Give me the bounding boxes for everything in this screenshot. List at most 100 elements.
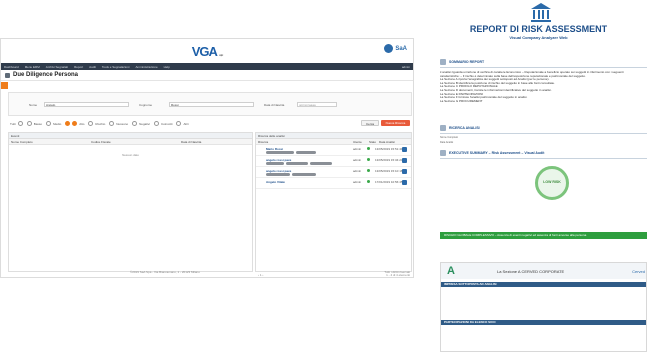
cerved-logo: Cerved [632,269,645,274]
download-icon[interactable] [402,147,407,152]
risk-filter-radios: Tutti Basso Medio Alto Rischio Nessuno N… [8,119,412,128]
menu-item[interactable]: Tools e Segnalazioni [102,65,130,69]
menu-item[interactable]: Dashboard [4,65,19,69]
gauge-label: LOW RISK [543,180,561,184]
page-title: Due Diligence Persona [13,72,79,78]
nome-label: Nome [29,103,38,107]
menu-item[interactable]: Audit [89,65,96,69]
page-title-row: Due Diligence Persona [1,70,413,81]
events-pane: Eventi Nome Completo Codice Fiscale Data… [8,132,253,272]
user-menu[interactable]: admin [402,65,410,69]
summary-text: L'analisi riguarda un'azione di verifica… [440,70,624,103]
download-icon[interactable] [402,180,407,185]
app-header: VGA analyzer SaA [1,39,413,63]
person-icon [5,72,10,78]
data-nascita-input[interactable]: gg/mm/aaaa [297,102,337,107]
column-header[interactable]: Stato [367,139,377,144]
radio-option[interactable]: Basso [26,121,42,126]
radio-option[interactable]: Medio [46,121,61,126]
executive-heading: EXECUTIVE SUMMARY – Risk Assessment – Vi… [440,149,544,157]
search-button[interactable]: Cerca [361,120,379,126]
menu-item[interactable]: Amministrazione [135,65,157,69]
footer-right: Tutti i diritti riservati [384,270,410,274]
download-icon[interactable] [402,169,407,174]
global-risk-banner: RISCHIO GLOBALE COMPLESSIVO – Assenza di… [440,232,647,239]
main-menu: Dashboard Menu ERM Archivi Segnalati Rep… [1,63,413,70]
events-table-header: Nome Completo Codice Fiscale Data di Nas… [9,139,252,145]
analysis-date: 17/01/2019 10:56:45 [375,180,403,184]
divider [440,133,647,134]
section-band: PARTECIPAZIONI DA ELENCO SOCI [441,320,646,325]
status-dot [367,180,370,183]
analyses-pane: Ricerca delle analisi Ricerca Utente Sta… [255,132,412,272]
search-name-field: Nome Completo [440,136,459,139]
table-row[interactable]: angelo rossi pace admin 13/05/2019 15:34… [256,156,411,167]
column-header[interactable]: Ricerca [256,139,351,144]
analysis-user: admin [353,180,362,184]
new-search-button[interactable]: Nuova Ricerca [381,120,410,126]
column-header[interactable]: Data di Nascita [179,139,249,144]
table-row[interactable]: angelo rossi pace admin 13/05/2019 15:10… [256,167,411,178]
tag-pill [286,162,308,165]
radio-option[interactable]: Alto [65,121,84,126]
section-a-header: A La Sezione A CERVED CORPORATE Cerved [441,263,646,279]
search-date-field: Data Analisi [440,141,454,144]
tag-pill [296,151,316,154]
section-icon [440,150,446,156]
status-dot [367,158,370,161]
tag-pill [266,173,290,176]
section-a-page: A La Sezione A CERVED CORPORATE Cerved I… [440,262,647,352]
cognome-label: Cognome [139,103,153,107]
status-dot [367,169,370,172]
column-header[interactable]: Nome Completo [9,139,89,144]
section-letter: A [447,265,455,277]
cognome-input[interactable]: Rossi [169,102,254,107]
brand-logo-icon [384,44,394,53]
analysis-user: admin [353,158,362,162]
nome-input[interactable]: Angelo [44,102,129,107]
vca-logo: VGA analyzer [191,43,224,59]
divider [440,158,647,159]
column-header[interactable]: Utente [351,139,367,144]
divider [440,67,647,68]
radio-option[interactable]: Altri [176,121,189,126]
analysis-name: Angelo Vitale [266,180,285,184]
status-dot [367,147,370,150]
radio-option[interactable]: Rischio [88,121,105,126]
tag-pill [310,162,332,165]
footer-left: ©2019 SaA Spa - Via Biancamano, 1 - 2012… [130,270,200,274]
download-icon[interactable] [402,158,407,163]
section-a-title: La Sezione A CERVED CORPORATE [497,269,565,274]
saa-brand: SaA [384,44,407,53]
section-band: IMPRESA SOTTOPOSTA AD ANALISI [441,282,646,287]
report-title: REPORT DI RISK ASSESSMENT [469,24,608,34]
data-nascita-label: Data di Nascita [264,103,285,107]
risk-gauge: LOW RISK [535,166,569,200]
filter-panel: Nome Angelo Cognome Rossi Data di Nascit… [8,92,412,116]
search-heading: RICERCA ANALISI [440,124,480,132]
analysis-date: 13/05/2019 15:34:24 [375,158,403,162]
menu-item[interactable]: Report [74,65,83,69]
summary-heading: SOMMARIO REPORT [440,58,484,66]
column-header[interactable]: Data Analisi [377,139,407,144]
empty-message: Nessun dato [122,153,139,157]
menu-item[interactable]: Help [164,65,170,69]
table-row[interactable]: Angelo Vitale admin 17/01/2019 10:56:45 [256,178,411,189]
radio-option[interactable]: Tutti [10,121,23,126]
analysis-user: admin [353,147,362,151]
radio-option[interactable]: Negativi [132,121,150,126]
radio-option[interactable]: Coinvolti [153,121,172,126]
tag-pill [266,151,294,154]
tag-pill [266,162,284,165]
table-row[interactable]: Mario Rossi admin 13/05/2019 15:51:40 [256,145,411,156]
menu-item[interactable]: Archivi Segnalati [46,65,68,69]
radio-option[interactable]: Nessuno [109,121,128,126]
app-footer: ©2019 SaA Spa - Via Biancamano, 1 - 2012… [130,270,410,274]
menu-item[interactable]: Menu ERM [25,65,40,69]
analysis-date: 13/05/2019 15:51:40 [375,147,403,151]
add-tab-button[interactable] [1,82,8,89]
analysis-date: 13/05/2019 15:10:18 [375,169,403,173]
section-icon [440,125,446,131]
column-header[interactable]: Codice Fiscale [89,139,179,144]
analysis-user: admin [353,169,362,173]
